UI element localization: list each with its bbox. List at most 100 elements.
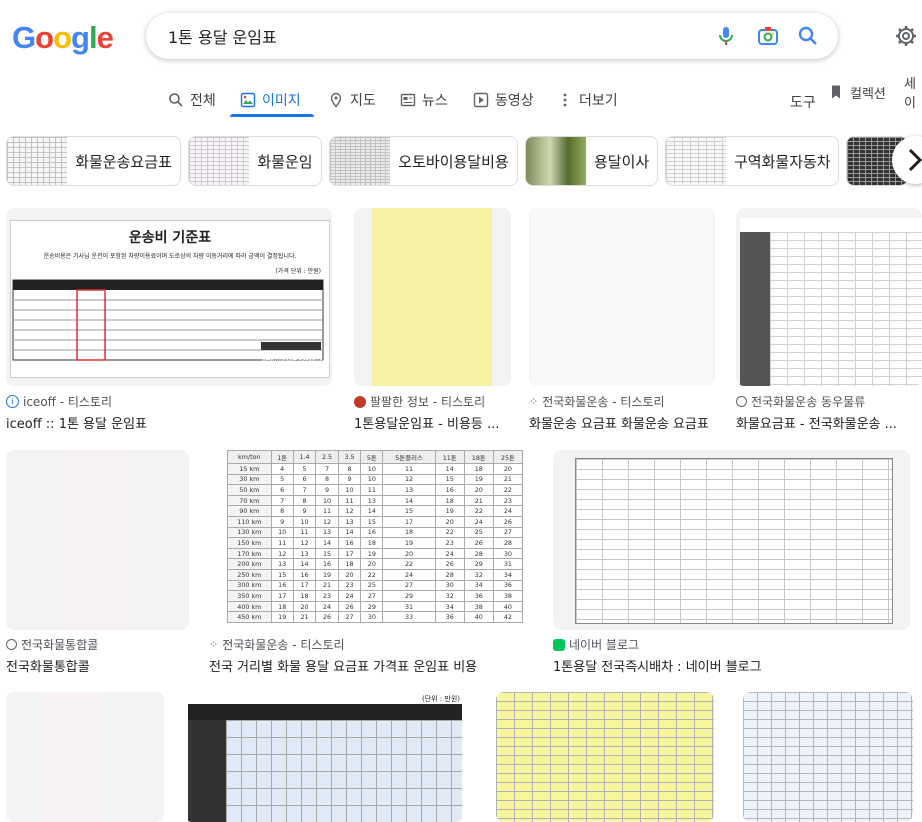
table-header-cell: 25톤: [492, 450, 524, 464]
result-source[interactable]: ⁘ 전국화물운송 - 티스토리: [209, 636, 345, 653]
tab-more[interactable]: 더보기: [557, 86, 618, 114]
table-header-cell: 18톤: [463, 450, 494, 464]
result-source[interactable]: i iceoff - 티스토리: [6, 393, 112, 410]
logo-letter: G: [12, 20, 36, 55]
chip-motorcycle-cost[interactable]: 오토바이용달비용: [329, 136, 518, 186]
tab-maps-label: 지도: [350, 93, 376, 109]
rate-table-body: 15 km 4 5 7 8 10 11 14 18 20 30 km 5 6 8 9 10 12 15 19 21 50…: [227, 463, 524, 623]
result-image[interactable]: [496, 692, 714, 822]
table-cell: 19: [434, 505, 465, 517]
search-icon[interactable]: [796, 24, 820, 48]
tab-videos-label: 동영상: [495, 93, 534, 109]
result-image[interactable]: [743, 692, 913, 822]
chip-freight-rate[interactable]: 화물운임: [188, 136, 322, 186]
table-cell: 11: [382, 463, 436, 475]
yellow-table-image: [496, 692, 714, 822]
result-title[interactable]: 화물운송 요금표 화물운송 요금표: [529, 413, 715, 432]
safesearch-button[interactable]: 세이: [904, 77, 922, 111]
result-source[interactable]: 네이버 블로그: [553, 636, 639, 653]
map-pin-icon: [330, 92, 342, 108]
result-image[interactable]: km/ton 1톤 1.4 2.5 3.5 5톤 5톤플러스 11톤 18톤 25톤 15 km 4…: [209, 450, 535, 630]
table-cell: 31: [492, 558, 524, 570]
tab-maps[interactable]: 지도: [328, 86, 376, 114]
table-header-cell: 5톤플러스: [382, 450, 436, 464]
microphone-icon[interactable]: [714, 24, 738, 48]
result-source[interactable]: ⁘ 전국화물운송 - 티스토리: [529, 393, 715, 410]
table-cell: 400 km: [227, 600, 272, 613]
collections-button[interactable]: 컬렉션: [828, 78, 886, 106]
result-image[interactable]: [553, 450, 910, 630]
table-cell: 70 km: [227, 494, 272, 507]
result-image[interactable]: [736, 208, 922, 386]
result-image[interactable]: (단위 : 만원): [184, 692, 464, 822]
table-cell: 19: [463, 473, 494, 486]
logo-letter: l: [88, 20, 98, 55]
table-cell: 26: [315, 611, 339, 623]
result-title[interactable]: 전국화물통합콜: [6, 656, 189, 675]
collections-label: 컬렉션: [850, 86, 886, 102]
result-source-label: 전국화물운송 - 티스토리: [542, 395, 665, 409]
table-cell: 19: [360, 547, 384, 560]
table-cell: 110 km: [227, 515, 272, 528]
google-logo[interactable]: Google: [12, 20, 114, 56]
table-cell: 22: [463, 505, 494, 517]
table-cell: 18: [337, 558, 362, 570]
table-cell: 24: [434, 547, 465, 560]
table-cell: 8: [315, 473, 339, 486]
table-cell: 27: [382, 579, 436, 592]
chip-moving[interactable]: 용달이사: [525, 136, 658, 186]
table-cell: 32: [463, 568, 494, 581]
tools-label: 도구: [790, 95, 816, 111]
result-image[interactable]: 운송비 기준표 운송비용은 기사님 운전이 포함된 차량이용료이며 도로상의 차…: [6, 208, 332, 386]
search-box[interactable]: 1톤 용달 운임표: [146, 13, 838, 59]
table-row: 90 km 8 9 11 12 14 15 19 22 24: [227, 505, 524, 517]
chip-thumbnail: [189, 137, 249, 185]
tab-videos[interactable]: 동영상: [473, 86, 534, 114]
result-title[interactable]: 1톤용달 전국즉시배차 : 네이버 블로그: [553, 656, 910, 675]
table-row: 350 km 17 18 23 24 27 29 32 36 38: [227, 590, 524, 602]
result-title[interactable]: iceoff :: 1톤 용달 운임표: [6, 413, 332, 432]
search-icon: [169, 93, 183, 107]
table-cell: 22: [382, 558, 436, 570]
table-cell: 21: [292, 611, 317, 623]
chip-freight-fee[interactable]: 화물운송요금표: [6, 136, 181, 186]
result-image[interactable]: [354, 208, 511, 386]
camera-lens-icon[interactable]: [756, 24, 780, 48]
chip-zone-truck[interactable]: 구역화물자동차: [665, 136, 839, 186]
tab-all[interactable]: 전체: [168, 86, 216, 114]
result-source[interactable]: 전국화물운송 동우물류: [736, 393, 922, 410]
logo-letter: g: [71, 20, 90, 55]
table-cell: 10: [360, 473, 384, 486]
table-cell: 36: [492, 579, 524, 592]
search-query-text[interactable]: 1톤 용달 운임표: [168, 24, 277, 48]
image-unit-note: (단위 : 만원): [421, 695, 460, 703]
table-cell: 28: [492, 537, 524, 549]
table-cell: 32: [434, 590, 465, 602]
tools-button[interactable]: 도구: [790, 88, 816, 116]
table-row: 15 km 4 5 7 8 10 11 14 18 20: [227, 463, 524, 475]
result-title[interactable]: 1톤용달운임표 - 비용등 ...: [354, 413, 511, 432]
table-row: 110 km 9 10 12 13 15 17 20 24 26: [227, 515, 524, 528]
result-image[interactable]: [529, 208, 715, 386]
dots-favicon-icon: ⁘: [209, 638, 219, 651]
tab-images[interactable]: 이미지: [240, 86, 301, 114]
tab-news[interactable]: 뉴스: [400, 86, 448, 114]
table-row: 130 km 10 11 13 14 16 18 22 25 27: [227, 526, 524, 539]
table-cell: 21: [463, 494, 494, 507]
result-source[interactable]: 팔팔한 정보 - 티스토리: [354, 393, 511, 410]
chips-next-button[interactable]: [892, 136, 922, 184]
table-cell: 11: [315, 505, 339, 517]
result-image[interactable]: [6, 692, 164, 822]
result-image[interactable]: [6, 450, 189, 630]
settings-gear-icon[interactable]: [894, 24, 918, 48]
result-source-label: 네이버 블로그: [569, 638, 640, 652]
news-icon: [400, 93, 416, 107]
yellow-table-image: [372, 208, 492, 386]
table-row: 170 km 12 13 15 17 19 20 24 28 30: [227, 547, 524, 560]
result-source[interactable]: 전국화물통합콜: [6, 636, 98, 653]
chip-label: 용달이사: [594, 152, 650, 171]
result-title[interactable]: 전국 거리별 화물 용달 요금표 가격표 운임표 비용: [209, 656, 539, 675]
result-title[interactable]: 화물요금표 - 전국화물운송 ...: [736, 413, 922, 432]
table-cell: 22: [434, 526, 465, 539]
table-cell: 36: [434, 611, 465, 623]
